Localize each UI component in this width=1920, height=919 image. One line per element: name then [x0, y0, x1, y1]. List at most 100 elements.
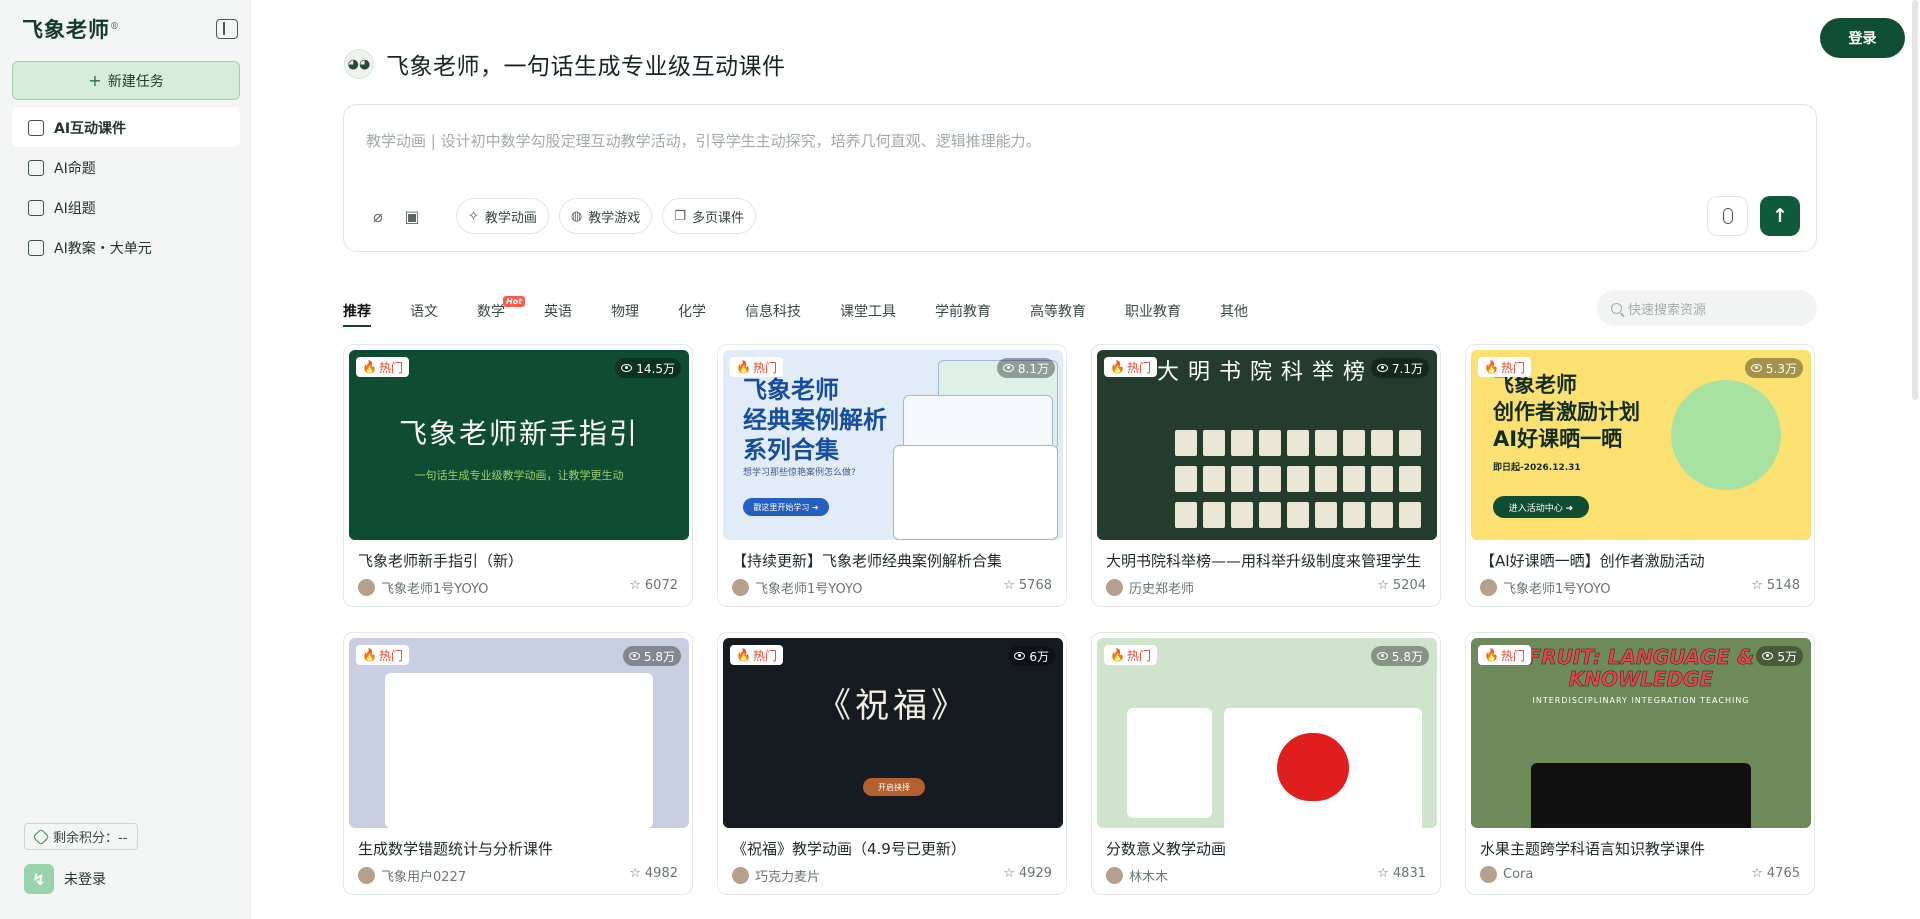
resource-card[interactable]: 🔥 热门 7.1万 大明书院科举榜 大明书院科举榜——用科举升级制度来管理学生 历…	[1091, 344, 1441, 607]
search-icon	[1611, 302, 1622, 314]
new-task-button[interactable]: + 新建任务	[12, 61, 240, 100]
card-stars[interactable]: ☆ 4929	[1003, 866, 1052, 881]
resource-card[interactable]: 🔥 热门 14.5万 飞象老师新手指引 一句话生成专业级教学动画，让教学更生动 飞…	[343, 344, 693, 607]
card-title[interactable]: 水果主题跨学科语言知识教学课件	[1480, 838, 1802, 859]
sidebar-item-ai-paper[interactable]: AI组题	[12, 188, 240, 227]
hot-tag: 🔥 热门	[1104, 357, 1157, 377]
card-thumbnail: 🔥 热门 7.1万 大明书院科举榜	[1097, 350, 1437, 540]
chip-label: 多页课件	[691, 210, 744, 226]
card-author: Cora	[1480, 866, 1533, 883]
card-title[interactable]: 【持续更新】飞象老师经典案例解析合集	[732, 550, 1054, 571]
card-stars[interactable]: ☆ 4831	[1377, 866, 1426, 881]
logo[interactable]: 飞象老师®	[22, 14, 120, 44]
sidebar-item-label: AI教案・大单元	[54, 240, 152, 257]
prompt-input[interactable]: 教学动画 | 设计初中数学勾股定理互动教学活动，引导学生主动探究，培养几何直观、…	[366, 130, 1041, 151]
tab-chemistry[interactable]: 化学	[678, 301, 706, 321]
views-value: 5.3万	[1765, 361, 1797, 376]
star-icon: ☆	[629, 578, 641, 593]
image-icon[interactable]: ▣	[400, 204, 424, 228]
chip-label: 教学动画	[484, 210, 537, 226]
tag-icon	[32, 828, 50, 845]
stars-value: 4929	[1018, 866, 1052, 881]
points-label: 剩余积分：--	[53, 831, 128, 846]
star-icon: ☆	[1003, 866, 1015, 881]
card-thumbnail: 🔥 热门 14.5万 飞象老师新手指引 一句话生成专业级教学动画，让教学更生动	[349, 350, 689, 540]
card-author: 飞象老师1号YOYO	[1480, 578, 1611, 597]
tab-english[interactable]: 英语	[544, 301, 572, 321]
login-button[interactable]: 登录	[1820, 18, 1905, 58]
card-title[interactable]: 大明书院科举榜——用科举升级制度来管理学生	[1106, 550, 1428, 571]
card-author: 飞象老师1号YOYO	[732, 578, 863, 597]
tab-physics[interactable]: 物理	[611, 301, 639, 321]
ranking-tile	[1287, 430, 1309, 456]
thumb-panel	[893, 445, 1058, 540]
resource-card[interactable]: 🔥 热门 5.8万 分数意义教学动画 林木木 ☆ 4831	[1091, 632, 1441, 895]
fire-icon: 🔥	[362, 648, 377, 662]
sidebar-item-label: AI组题	[54, 200, 96, 217]
star-icon: ☆	[1377, 866, 1389, 881]
page-scrollbar[interactable]	[1912, 0, 1918, 400]
tab-other[interactable]: 其他	[1220, 301, 1248, 321]
card-title[interactable]: 分数意义教学动画	[1106, 838, 1428, 859]
chip-teaching-animation[interactable]: ✧ 教学动画	[456, 198, 549, 234]
resource-card[interactable]: 🔥 热门 5.3万 飞象老师 创作者激励计划 AI好课晒一晒 即日起-2026.12.…	[1465, 344, 1815, 607]
points-badge[interactable]: 剩余积分：--	[24, 823, 139, 850]
search-input[interactable]: 快速搜索资源	[1597, 290, 1817, 326]
ranking-tile	[1287, 502, 1309, 528]
sidebar-item-ai-question[interactable]: AI命题	[12, 148, 240, 187]
fire-icon: 🔥	[736, 360, 751, 374]
user-row[interactable]: ↯ 未登录	[24, 864, 106, 894]
card-stars[interactable]: ☆ 5148	[1751, 578, 1800, 593]
card-stars[interactable]: ☆ 4765	[1751, 866, 1800, 881]
card-title[interactable]: 《祝福》教学动画（4.9号已更新）	[732, 838, 1054, 859]
fire-icon: 🔥	[362, 360, 377, 374]
thumb-button: 进入活动中心 ➜	[1493, 496, 1589, 518]
card-thumbnail: 🔥 热门 5.8万	[349, 638, 689, 828]
ranking-tile	[1343, 430, 1365, 456]
send-button[interactable]: ↑	[1760, 196, 1800, 236]
star-icon: ☆	[1003, 578, 1015, 593]
tab-preschool[interactable]: 学前教育	[935, 301, 991, 321]
card-title[interactable]: 飞象老师新手指引（新）	[358, 550, 680, 571]
card-stars[interactable]: ☆ 4982	[629, 866, 678, 881]
prompt-box[interactable]: 教学动画 | 设计初中数学勾股定理互动教学活动，引导学生主动探究，培养几何直观、…	[343, 104, 1817, 252]
voice-button[interactable]	[1707, 196, 1748, 236]
resource-card[interactable]: 🔥 热门 6万 《祝福》 开启抉择 《祝福》教学动画（4.9号已更新） 巧克力麦片…	[717, 632, 1067, 895]
ranking-tile	[1371, 466, 1393, 492]
tab-math[interactable]: 数学 Hot	[477, 296, 525, 321]
tab-vocational[interactable]: 职业教育	[1125, 301, 1181, 321]
card-stars[interactable]: ☆ 6072	[629, 578, 678, 593]
sparkle-icon: ✧	[468, 208, 479, 224]
tab-info-tech[interactable]: 信息科技	[745, 301, 801, 321]
hot-tag: 🔥 热门	[356, 357, 409, 377]
card-title[interactable]: 【AI好课晒一晒】创作者激励活动	[1480, 550, 1802, 571]
resource-card[interactable]: 🔥 热门 5万 FRUIT: LANGUAGE & KNOWLEDGE INTERD…	[1465, 632, 1815, 895]
chip-multipage[interactable]: ❐ 多页课件	[662, 198, 756, 234]
tab-chinese[interactable]: 语文	[410, 301, 438, 321]
hot-label: 热门	[1500, 360, 1525, 375]
ranking-tile	[1231, 502, 1253, 528]
thumb-title: 《祝福》	[817, 686, 969, 726]
card-thumbnail: 🔥 热门 6万 《祝福》 开启抉择	[723, 638, 1063, 828]
mascot-icon: ◕◕	[344, 49, 374, 79]
chip-teaching-game[interactable]: ◍ 教学游戏	[558, 198, 653, 234]
card-title[interactable]: 生成数学错题统计与分析课件	[358, 838, 680, 859]
sidebar-item-label: AI命题	[54, 160, 96, 177]
tab-recommend[interactable]: 推荐	[343, 301, 371, 327]
logo-text: 飞象老师	[22, 17, 110, 42]
resource-card[interactable]: 🔥 热门 5.8万 生成数学错题统计与分析课件 飞象用户0227 ☆ 4982	[343, 632, 693, 895]
sidebar-collapse-icon[interactable]	[216, 19, 238, 39]
tab-class-tools[interactable]: 课堂工具	[840, 301, 896, 321]
ranking-tile	[1231, 466, 1253, 492]
stars-value: 4982	[644, 866, 678, 881]
hot-tag: 🔥 热门	[730, 645, 783, 665]
tab-higher-ed[interactable]: 高等教育	[1030, 301, 1086, 321]
attachment-icon[interactable]: ⌀	[366, 204, 390, 228]
eye-icon	[1750, 364, 1762, 372]
card-stars[interactable]: ☆ 5768	[1003, 578, 1052, 593]
card-stars[interactable]: ☆ 5204	[1377, 578, 1426, 593]
sidebar-item-ai-courseware[interactable]: AI互动课件	[12, 108, 240, 147]
ranking-tile	[1399, 466, 1421, 492]
sidebar-item-ai-lesson-plan[interactable]: AI教案・大单元	[12, 228, 240, 267]
resource-card[interactable]: 🔥 热门 8.1万 飞象老师 经典案例解析 系列合集 想学习那些惊艳案例怎么做? 戳这…	[717, 344, 1067, 607]
